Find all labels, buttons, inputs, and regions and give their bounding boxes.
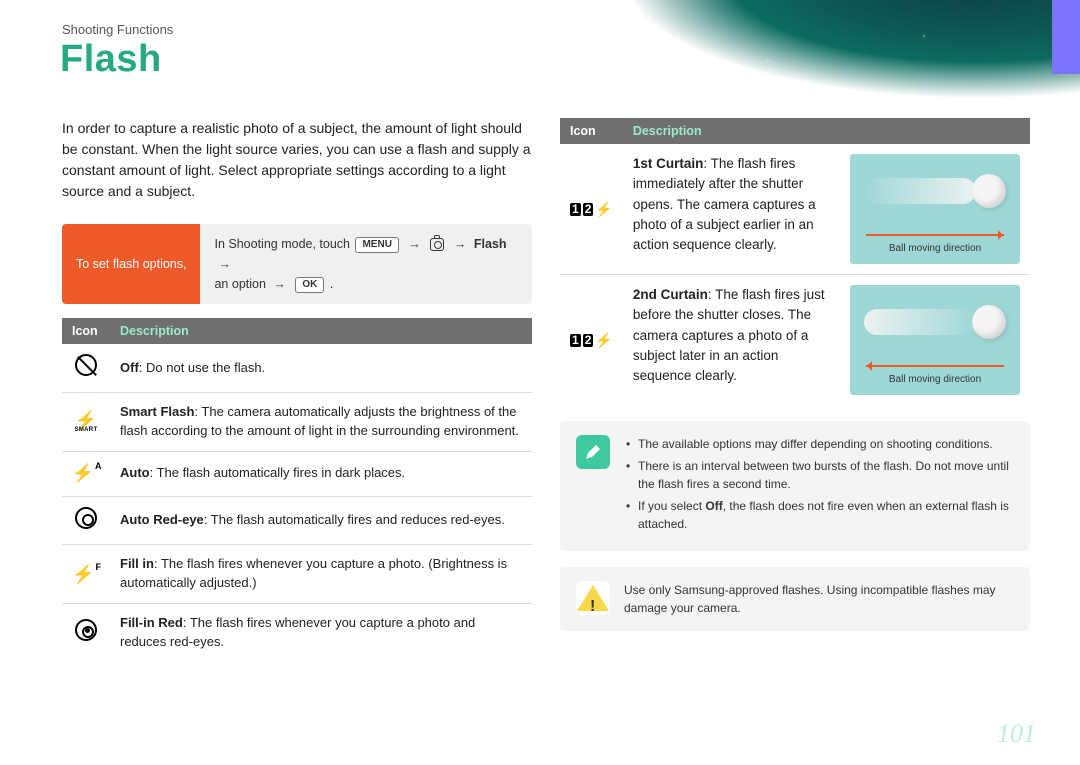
note-item: The available options may differ dependi… <box>626 435 1014 453</box>
flash-menu-word: Flash <box>474 237 507 251</box>
diagram-caption: Ball moving direction <box>850 373 1020 388</box>
note-text: If you select <box>638 499 705 513</box>
flash-options-table-right: Icon Description 12 1st Curtain: <box>560 118 1030 405</box>
table-row: Auto Red-eye: The flash automatically fi… <box>62 496 532 545</box>
instruction-text: In Shooting mode, touch <box>214 237 353 251</box>
decorative-corner <box>560 0 1080 120</box>
table-row: 12 1st Curtain: The flash fires immediat… <box>560 144 1030 275</box>
table-header-description: Description <box>623 118 1030 144</box>
breadcrumb: Shooting Functions <box>62 22 173 37</box>
option-name: 2nd Curtain <box>633 287 708 302</box>
flash-off-icon <box>75 354 97 376</box>
auto-redeye-icon <box>75 507 97 529</box>
smart-label: SMART <box>75 427 98 433</box>
fill-in-red-icon <box>75 619 97 641</box>
option-desc: : The flash fires whenever you capture a… <box>120 556 507 590</box>
set-flash-options-label: To set flash options, <box>62 224 200 304</box>
table-header-icon: Icon <box>62 318 110 344</box>
fill-in-icon <box>72 562 100 586</box>
table-row: Auto: The flash automatically fires in d… <box>62 451 532 496</box>
diagram-caption: Ball moving direction <box>850 242 1020 257</box>
intro-paragraph: In order to capture a realistic photo of… <box>62 118 532 202</box>
first-curtain-diagram: Ball moving direction <box>850 154 1020 264</box>
warning-text: Use only Samsung-approved flashes. Using… <box>624 581 1014 617</box>
option-name: Off <box>120 360 139 375</box>
page-title: Flash <box>60 38 162 81</box>
auto-flash-icon <box>72 462 100 486</box>
option-name: Fill in <box>120 556 154 571</box>
camera-icon <box>430 238 444 251</box>
note-bold: Off <box>705 499 722 513</box>
option-name: Auto <box>120 465 150 480</box>
set-flash-options-instructions: In Shooting mode, touch MENU → → Flash →… <box>200 224 532 304</box>
note-item: There is an interval between two bursts … <box>626 457 1014 493</box>
table-row: Off: Do not use the flash. <box>62 344 532 392</box>
option-name: Auto Red-eye <box>120 512 204 527</box>
arrow-icon: → <box>218 257 231 271</box>
option-desc: : The flash automatically fires and redu… <box>204 512 505 527</box>
set-flash-options-box: To set flash options, In Shooting mode, … <box>62 224 532 304</box>
warning-icon <box>576 581 610 615</box>
table-row: SMART Smart Flash: The camera automatica… <box>62 392 532 451</box>
pen-note-icon <box>576 435 610 469</box>
second-curtain-icon: 12 <box>570 330 613 351</box>
table-row: 12 2nd Curtain: The flash fires just bef… <box>560 275 1030 406</box>
menu-key: MENU <box>355 237 398 253</box>
first-curtain-icon: 12 <box>570 199 613 220</box>
table-row: Fill-in Red: The flash fires whenever yo… <box>62 604 532 662</box>
arrow-icon: → <box>454 237 467 251</box>
instruction-text: an option <box>214 277 269 291</box>
table-row: Fill in: The flash fires whenever you ca… <box>62 545 532 604</box>
option-name: Fill-in Red <box>120 615 183 630</box>
ok-key: OK <box>295 277 324 293</box>
side-tab-marker <box>1052 0 1080 74</box>
option-name: 1st Curtain <box>633 156 704 171</box>
table-header-icon: Icon <box>560 118 623 144</box>
second-curtain-diagram: Ball moving direction <box>850 285 1020 395</box>
info-note-box: The available options may differ dependi… <box>560 421 1030 551</box>
smart-flash-icon: SMART <box>72 410 100 434</box>
page-number: 101 <box>997 719 1036 749</box>
arrow-icon: → <box>408 237 421 251</box>
warning-note-box: Use only Samsung-approved flashes. Using… <box>560 567 1030 631</box>
table-header-description: Description <box>110 318 532 344</box>
note-item: If you select Off, the flash does not fi… <box>626 497 1014 533</box>
arrow-icon: → <box>273 277 286 291</box>
option-desc: : Do not use the flash. <box>139 360 265 375</box>
option-name: Smart Flash <box>120 404 194 419</box>
flash-options-table-left: Icon Description Off: Do not use the fla… <box>62 318 532 662</box>
option-desc: : The flash automatically fires in dark … <box>150 465 406 480</box>
